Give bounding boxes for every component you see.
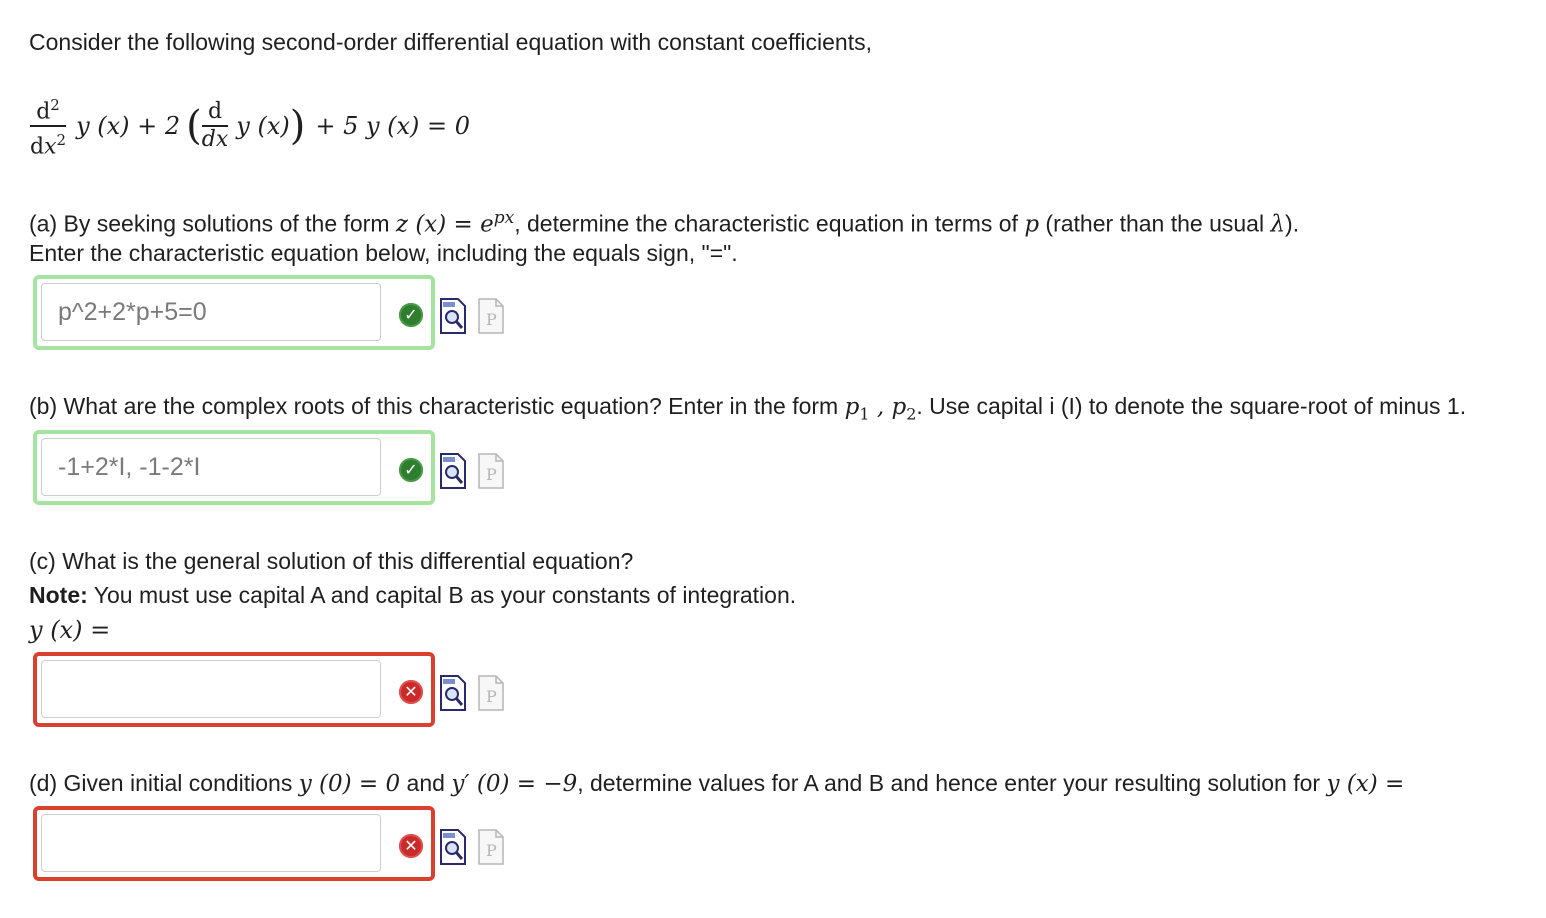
equation-rest: + 5 y (x) = 0 — [315, 112, 471, 141]
part-b-question: (b) What are the complex roots of this c… — [29, 393, 1467, 424]
answer-d-input[interactable] — [41, 814, 381, 872]
checkmark-icon: ✓ — [399, 303, 423, 327]
pdf-document-icon[interactable]: P — [478, 829, 504, 865]
differential-equation: d2 dx2 y (x) + 2 ( d dx y (x) ) + 5 y (x… — [30, 92, 470, 172]
answer-a-input[interactable]: p^2+2*p+5=0 — [41, 283, 381, 341]
answer-b-input[interactable]: -1+2*I, -1-2*I — [41, 438, 381, 496]
part-a-instruction: Enter the characteristic equation below,… — [29, 240, 738, 266]
intro-text: Consider the following second-order diff… — [29, 29, 872, 55]
part-a-question: (a) By seeking solutions of the form z (… — [29, 208, 1300, 238]
pdf-document-icon[interactable]: P — [478, 675, 504, 711]
cross-icon: ✕ — [399, 680, 423, 704]
equation-inner-term: y (x) — [236, 112, 290, 141]
preview-magnifier-icon[interactable] — [440, 829, 466, 865]
answer-c-container — [33, 652, 435, 727]
initial-condition-2: y′ (0) = −9 — [451, 771, 578, 797]
answer-a-container: p^2+2*p+5=0 — [33, 275, 435, 350]
svg-text:P: P — [486, 310, 497, 329]
note-label: Note: — [29, 582, 88, 608]
svg-text:P: P — [486, 465, 497, 484]
answer-c-input[interactable] — [41, 660, 381, 718]
answer-d-container — [33, 806, 435, 881]
answer-b-container: -1+2*I, -1-2*I — [33, 430, 435, 505]
part-c-question: (c) What is the general solution of this… — [29, 548, 634, 574]
part-c-yx-label: y (x) = — [29, 616, 111, 644]
preview-magnifier-icon[interactable] — [440, 298, 466, 334]
preview-magnifier-icon[interactable] — [440, 675, 466, 711]
pdf-document-icon[interactable]: P — [478, 298, 504, 334]
part-d-yx-label: y (x) = — [1326, 771, 1405, 797]
part-c-note: Note: You must use capital A and capital… — [29, 582, 797, 608]
equation-term-1: y (x) + 2 — [76, 112, 181, 141]
second-derivative-denominator: dx2 — [30, 131, 67, 160]
first-derivative-numerator: d — [201, 99, 229, 128]
svg-text:P: P — [486, 841, 497, 860]
svg-text:P: P — [486, 687, 497, 706]
part-d-question: (d) Given initial conditions y (0) = 0 a… — [29, 770, 1405, 797]
preview-magnifier-icon[interactable] — [440, 453, 466, 489]
initial-condition-1: y (0) = 0 — [298, 771, 401, 797]
first-derivative-denominator: dx — [201, 127, 229, 153]
cross-icon: ✕ — [399, 834, 423, 858]
form-expression: z (x) = e — [395, 211, 494, 238]
second-derivative-numerator: d2 — [30, 92, 67, 128]
checkmark-icon: ✓ — [399, 458, 423, 482]
pdf-document-icon[interactable]: P — [478, 453, 504, 489]
